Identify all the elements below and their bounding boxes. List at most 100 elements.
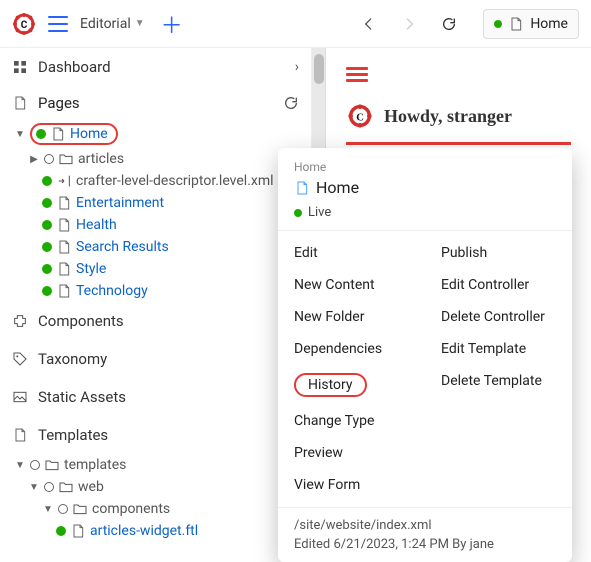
collapse-icon[interactable]: ▼ (42, 504, 54, 515)
address-tab[interactable]: Home (483, 9, 579, 39)
nav-forward-button (395, 10, 423, 38)
tree-node-web-components[interactable]: ▼ components (0, 498, 311, 520)
status-dot-icon (42, 286, 52, 296)
sidebar-item-label: Components (38, 312, 299, 330)
collapse-icon[interactable]: ▼ (14, 460, 26, 471)
ctx-edit[interactable]: Edit (278, 237, 425, 269)
svg-text:C: C (356, 113, 364, 124)
refresh-icon[interactable] (283, 95, 299, 111)
ctx-publish[interactable]: Publish (425, 237, 572, 269)
address-tab-label: Home (530, 16, 568, 32)
ctx-dependencies[interactable]: Dependencies (278, 333, 425, 365)
dashboard-icon (12, 59, 28, 75)
ctx-edit-template[interactable]: Edit Template (425, 333, 572, 365)
nav-back-button[interactable] (355, 10, 383, 38)
page-icon (56, 217, 72, 233)
divider (346, 142, 571, 145)
context-breadcrumb: Home (294, 160, 556, 174)
tree-node-articles[interactable]: ▶ articles (0, 148, 311, 170)
page-icon (50, 126, 66, 142)
ctx-new-content[interactable]: New Content (278, 269, 425, 301)
collapse-icon[interactable]: ▼ (28, 482, 40, 493)
svg-text:C: C (21, 20, 28, 31)
tree-node-label: components (92, 501, 170, 517)
status-dot-icon (42, 242, 52, 252)
collapse-icon[interactable]: ▼ (14, 129, 26, 140)
sidebar-item-label: Dashboard (38, 58, 285, 76)
chevron-down-icon: ▼ (135, 18, 145, 29)
tree-node-label: articles (78, 151, 124, 167)
sidebar-item-taxonomy[interactable]: Taxonomy (0, 340, 311, 378)
tree-node-ftl-file[interactable]: articles-widget.ftl (0, 520, 311, 542)
chevron-right-icon: › (295, 59, 299, 75)
page-icon (12, 427, 28, 443)
ctx-delete-controller[interactable]: Delete Controller (425, 301, 572, 333)
status-dot-icon (42, 198, 52, 208)
status-dot-icon (294, 209, 302, 217)
image-icon (12, 389, 28, 405)
tree-node-label[interactable]: Entertainment (76, 195, 164, 211)
site-selector-label: Editorial (80, 16, 131, 32)
tree-node-health[interactable]: Health (0, 214, 311, 236)
sidebar-item-templates[interactable]: Templates (0, 416, 311, 454)
status-dot-icon (36, 129, 46, 139)
tree-node-technology[interactable]: Technology (0, 280, 311, 302)
tree-node-level-descriptor[interactable]: crafter-level-descriptor.level.xml (0, 170, 311, 192)
site-selector[interactable]: Editorial ▼ (80, 16, 145, 32)
sidebar-item-label: Templates (38, 426, 299, 444)
tree-node-label[interactable]: Technology (76, 283, 148, 299)
page-icon (56, 195, 72, 211)
templates-tree: ▼ templates ▼ web ▼ components (0, 454, 311, 542)
ctx-delete-template[interactable]: Delete Template (425, 365, 572, 397)
page-icon (56, 239, 72, 255)
tag-icon (12, 351, 28, 367)
tree-node-templates-root[interactable]: ▼ templates (0, 454, 311, 476)
tree-node-label[interactable]: Search Results (76, 239, 169, 255)
tree-node-style[interactable]: Style (0, 258, 311, 280)
status-empty-icon (30, 460, 40, 470)
page-icon (294, 180, 310, 196)
tree-node-label: Home (70, 126, 108, 142)
folder-icon (72, 501, 88, 517)
expand-icon[interactable]: ▶ (28, 154, 40, 165)
nav-reload-button[interactable] (435, 10, 463, 38)
tree-node-label[interactable]: articles-widget.ftl (90, 523, 198, 539)
status-dot-icon (42, 176, 52, 186)
status-empty-icon (44, 154, 54, 164)
page-icon (508, 16, 524, 32)
tree-node-label[interactable]: Health (76, 217, 117, 233)
status-dot-icon (42, 220, 52, 230)
tree-node-entertainment[interactable]: Entertainment (0, 192, 311, 214)
puzzle-icon (12, 313, 28, 329)
sidebar-item-static-assets[interactable]: Static Assets (0, 378, 311, 416)
context-menu: Home Home Live Edit New Content New Fold… (278, 148, 572, 562)
ctx-change-type[interactable]: Change Type (278, 405, 425, 437)
tree-node-label[interactable]: Style (76, 261, 106, 277)
ctx-edit-controller[interactable]: Edit Controller (425, 269, 572, 301)
context-status: Live (308, 205, 331, 220)
sidebar-item-dashboard[interactable]: Dashboard › (0, 48, 311, 86)
ctx-preview[interactable]: Preview (278, 437, 425, 469)
sidebar: Dashboard › Pages ▼ Home ▶ (0, 48, 312, 560)
ctx-history[interactable]: History (278, 365, 425, 405)
create-button[interactable]: ＋ (157, 8, 187, 40)
sidebar-item-components[interactable]: Components (0, 302, 311, 340)
tree-node-web[interactable]: ▼ web (0, 476, 311, 498)
sidebar-item-label: Taxonomy (38, 350, 299, 368)
tree-node-label: templates (64, 457, 126, 473)
sidebar-section-pages[interactable]: Pages (0, 86, 311, 120)
level-descriptor-icon (56, 173, 72, 189)
main-menu-toggle[interactable] (48, 16, 68, 32)
tree-node-home[interactable]: ▼ Home (0, 120, 311, 148)
page-icon (12, 95, 28, 111)
folder-icon (58, 479, 74, 495)
status-dot-icon (494, 20, 502, 28)
ctx-new-folder[interactable]: New Folder (278, 301, 425, 333)
sidebar-item-label: Static Assets (38, 388, 299, 406)
folder-icon (44, 457, 60, 473)
ctx-view-form[interactable]: View Form (278, 469, 425, 501)
tree-node-search-results[interactable]: Search Results (0, 236, 311, 258)
tree-node-label: crafter-level-descriptor.level.xml (76, 173, 274, 189)
preview-menu-icon[interactable] (346, 67, 571, 82)
context-title: Home (316, 178, 359, 197)
